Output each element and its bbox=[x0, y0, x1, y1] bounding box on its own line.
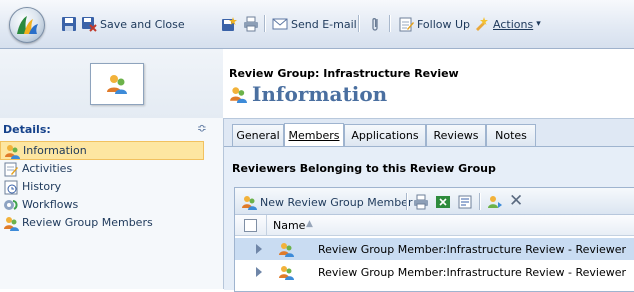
workflows-icon bbox=[4, 199, 18, 210]
command-bar: Save and Close Send E-mail Follow Up Act… bbox=[0, 0, 634, 49]
tab-label: Notes bbox=[495, 129, 527, 142]
column-divider bbox=[266, 215, 267, 235]
actions-menu-button[interactable]: Actions ▾ bbox=[474, 15, 541, 33]
activities-icon bbox=[4, 162, 18, 176]
nav-item-label: Information bbox=[23, 144, 87, 157]
review-group-member-icon bbox=[279, 243, 294, 257]
print-icon bbox=[244, 16, 258, 32]
save-button[interactable] bbox=[61, 15, 77, 33]
nav-item-activities[interactable]: Activities bbox=[0, 160, 204, 177]
nav-item-workflows[interactable]: Workflows bbox=[0, 196, 204, 213]
expand-arrow-icon[interactable] bbox=[256, 267, 262, 277]
mail-merge-icon bbox=[458, 195, 472, 209]
chevron-down-icon: ▾ bbox=[536, 19, 541, 29]
sort-ascending-icon: ▲ bbox=[306, 219, 313, 229]
nav-item-label: History bbox=[22, 180, 62, 193]
mail-merge-button[interactable] bbox=[457, 193, 473, 211]
entity-image-area bbox=[0, 49, 223, 118]
paperclip-icon bbox=[372, 18, 378, 31]
toolbar-separator bbox=[264, 15, 266, 32]
follow-up-icon bbox=[399, 17, 414, 32]
email-icon bbox=[272, 18, 288, 30]
review-group-icon bbox=[5, 144, 20, 159]
attach-file-button[interactable] bbox=[367, 15, 383, 33]
table-row[interactable]: Review Group Member:Infrastructure Revie… bbox=[235, 238, 634, 260]
table-row[interactable]: Review Group Member:Infrastructure Revie… bbox=[235, 261, 634, 283]
details-header-label: Details: bbox=[3, 123, 51, 136]
select-all-checkbox[interactable] bbox=[244, 219, 257, 232]
review-group-members-icon bbox=[4, 216, 19, 231]
review-group-icon bbox=[107, 75, 127, 94]
tab-general[interactable]: General bbox=[232, 124, 284, 146]
tab-label: Reviews bbox=[433, 129, 479, 142]
tab-label: Applications bbox=[351, 129, 419, 142]
save-and-close-label: Save and Close bbox=[100, 17, 185, 31]
actions-label: Actions bbox=[493, 17, 534, 31]
toolbar-separator bbox=[479, 193, 481, 210]
tab-members[interactable]: Members bbox=[284, 123, 344, 146]
nav-item-label: Review Group Members bbox=[22, 216, 153, 229]
new-member-button[interactable]: New Review Group Member bbox=[241, 193, 412, 211]
history-icon bbox=[4, 180, 18, 194]
assign-button[interactable] bbox=[487, 193, 503, 211]
tab-reviews[interactable]: Reviews bbox=[426, 124, 486, 146]
section-title: Reviewers Belonging to this Review Group bbox=[232, 162, 496, 175]
send-email-label: Send E-mail bbox=[291, 17, 357, 31]
save-and-close-button[interactable]: Save and Close bbox=[81, 15, 185, 33]
toolbar-separator bbox=[406, 193, 408, 210]
entity-image bbox=[90, 63, 144, 105]
form-header: Review Group: Infrastructure Review Info… bbox=[224, 49, 634, 118]
grid-toolbar: New Review Group Member ✕ bbox=[235, 188, 634, 215]
app-orb-button[interactable] bbox=[9, 7, 45, 43]
save-new-icon bbox=[222, 17, 237, 31]
print-button[interactable] bbox=[243, 15, 259, 33]
nav-item-review-group-members[interactable]: Review Group Members bbox=[0, 214, 204, 231]
left-navigation: Details: ≎ Information Activities Histor… bbox=[0, 118, 224, 289]
new-member-label: New Review Group Member bbox=[260, 195, 413, 209]
form-tabs: General Members Applications Reviews Not… bbox=[224, 118, 634, 147]
follow-up-label: Follow Up bbox=[417, 17, 471, 31]
excel-icon bbox=[436, 196, 450, 208]
assign-icon bbox=[488, 196, 502, 208]
expand-arrow-icon[interactable] bbox=[256, 244, 262, 254]
members-grid: New Review Group Member ✕ Name ▲ Review … bbox=[234, 187, 634, 292]
row-name[interactable]: Review Group Member:Infrastructure Revie… bbox=[318, 243, 626, 256]
toolbar-separator bbox=[389, 15, 391, 32]
crm-logo-icon bbox=[17, 16, 38, 34]
save-icon bbox=[62, 17, 76, 31]
print-icon bbox=[414, 194, 428, 210]
tab-applications[interactable]: Applications bbox=[344, 124, 426, 146]
tab-notes[interactable]: Notes bbox=[486, 124, 536, 146]
collapse-chevron-icon[interactable]: ≎ bbox=[197, 121, 207, 135]
nav-item-label: Workflows bbox=[22, 198, 79, 211]
tab-content: Reviewers Belonging to this Review Group… bbox=[224, 146, 634, 292]
page-title-row: Information bbox=[229, 82, 387, 106]
column-header-name[interactable]: Name bbox=[273, 219, 305, 232]
breadcrumb: Review Group: Infrastructure Review bbox=[229, 67, 459, 80]
follow-up-button[interactable]: Follow Up bbox=[398, 15, 470, 33]
tab-label: General bbox=[236, 129, 280, 142]
review-group-member-icon bbox=[279, 266, 294, 280]
nav-item-label: Activities bbox=[22, 162, 73, 175]
page-title: Information bbox=[252, 82, 388, 106]
nav-item-information[interactable]: Information bbox=[0, 141, 204, 160]
actions-icon bbox=[476, 17, 488, 31]
review-group-icon bbox=[230, 87, 247, 103]
toolbar-separator bbox=[358, 15, 360, 32]
row-name[interactable]: Review Group Member:Infrastructure Revie… bbox=[318, 266, 626, 279]
save-and-new-button[interactable] bbox=[221, 15, 237, 33]
export-excel-button[interactable] bbox=[435, 193, 451, 211]
send-email-button[interactable]: Send E-mail bbox=[272, 15, 357, 33]
details-section-header[interactable]: Details: ≎ bbox=[0, 120, 211, 138]
grid-header: Name ▲ bbox=[235, 215, 634, 236]
print-grid-button[interactable] bbox=[413, 193, 429, 211]
nav-item-history[interactable]: History bbox=[0, 178, 204, 195]
new-member-icon bbox=[242, 196, 257, 210]
delete-icon[interactable]: ✕ bbox=[509, 191, 523, 211]
save-close-icon bbox=[82, 17, 97, 32]
tab-label: Members bbox=[288, 128, 340, 142]
